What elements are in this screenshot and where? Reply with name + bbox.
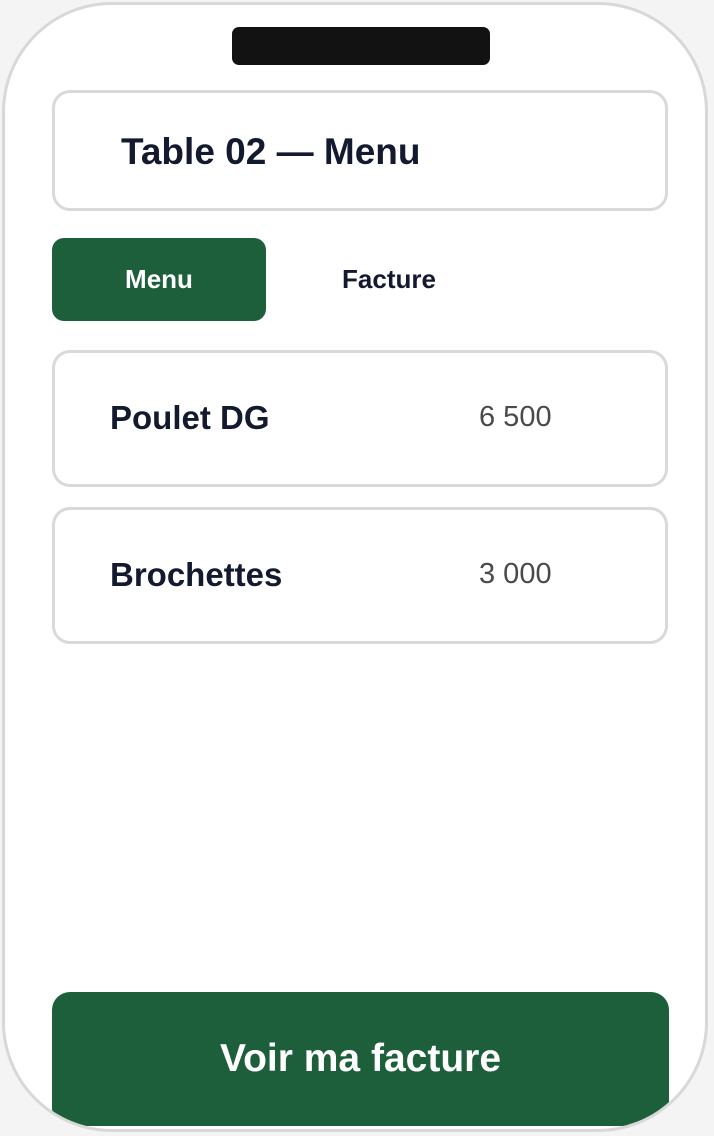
tab-menu[interactable]: Menu xyxy=(52,238,266,321)
menu-item-name: Poulet DG xyxy=(110,399,270,436)
menu-item-price: 3 000 xyxy=(479,558,552,590)
menu-item-brochettes[interactable]: Brochettes 3 000 xyxy=(52,507,668,644)
view-invoice-button[interactable]: Voir ma facture xyxy=(52,992,669,1126)
menu-item-name: Brochettes xyxy=(110,556,283,593)
menu-item-price: 6 500 xyxy=(479,401,552,433)
menu-item-poulet-dg[interactable]: Poulet DG 6 500 xyxy=(52,350,668,487)
phone-frame: Table 02 — Menu Menu Facture Poulet DG 6… xyxy=(2,2,708,1132)
tab-facture[interactable]: Facture xyxy=(279,238,499,321)
page-title: Table 02 — Menu xyxy=(121,131,421,172)
camera-notch xyxy=(232,27,490,65)
header-card: Table 02 — Menu xyxy=(52,90,668,211)
